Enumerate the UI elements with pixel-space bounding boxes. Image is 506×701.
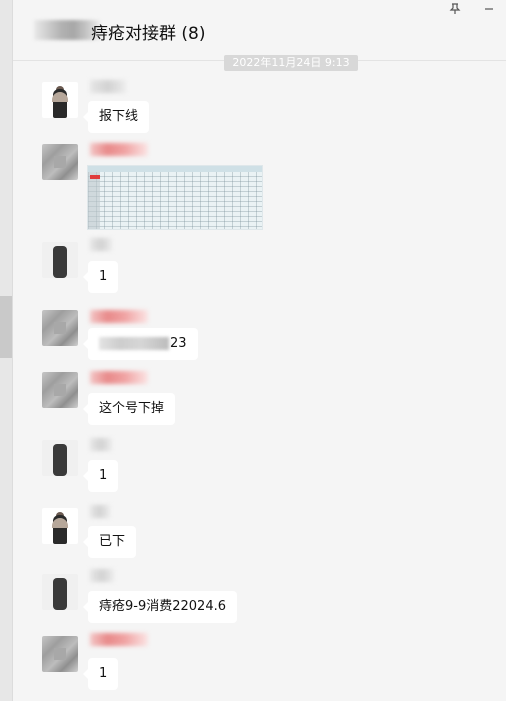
sender-name-blurred (90, 80, 126, 93)
person-avatar[interactable] (42, 82, 78, 118)
message-bubble[interactable]: 这个号下掉 (82, 393, 176, 425)
dark-avatar[interactable] (42, 242, 78, 278)
message-bubble[interactable]: 报下线 (82, 101, 150, 133)
gray-avatar[interactable] (42, 310, 78, 346)
sender-name-blurred (90, 143, 148, 156)
sender-name-blurred (90, 633, 148, 646)
gray-avatar[interactable] (42, 372, 78, 408)
sender-name-blurred (90, 310, 148, 323)
minimize-icon-glyph (485, 8, 493, 10)
message-timestamp: 2022年11月24日 9:13 (224, 55, 358, 71)
dark-avatar[interactable] (42, 440, 78, 476)
left-scrollbar-thumb[interactable] (0, 296, 12, 358)
sender-name-blurred (90, 371, 148, 384)
sender-name-blurred (90, 438, 112, 451)
blurred-text (99, 337, 169, 350)
gray-avatar[interactable] (42, 636, 78, 672)
minimize-icon[interactable] (479, 2, 499, 20)
message-bubble[interactable]: 1 (82, 460, 119, 492)
dark-avatar[interactable] (42, 574, 78, 610)
pin-icon[interactable] (445, 2, 465, 20)
chat-header: 痔疮对接群 (8) (13, 0, 506, 61)
sender-name-blurred (90, 505, 110, 518)
sender-name-blurred (90, 569, 114, 582)
message-bubble[interactable]: 已下 (82, 526, 137, 558)
message-bubble[interactable]: 痔疮9-9消费22024.6 (83, 591, 237, 623)
message-bubble[interactable]: 1 (82, 261, 119, 293)
gray-avatar[interactable] (42, 144, 78, 180)
sender-name-blurred (90, 238, 112, 251)
chat-title: 痔疮对接群 (8) (91, 24, 206, 44)
pin-icon-glyph (449, 3, 461, 14)
message-bubble[interactable]: 23 (83, 328, 198, 360)
person-avatar[interactable] (42, 508, 78, 544)
spreadsheet-screenshot-image[interactable] (87, 165, 263, 230)
message-text: 23 (170, 336, 187, 351)
message-bubble[interactable]: 1 (82, 658, 119, 690)
